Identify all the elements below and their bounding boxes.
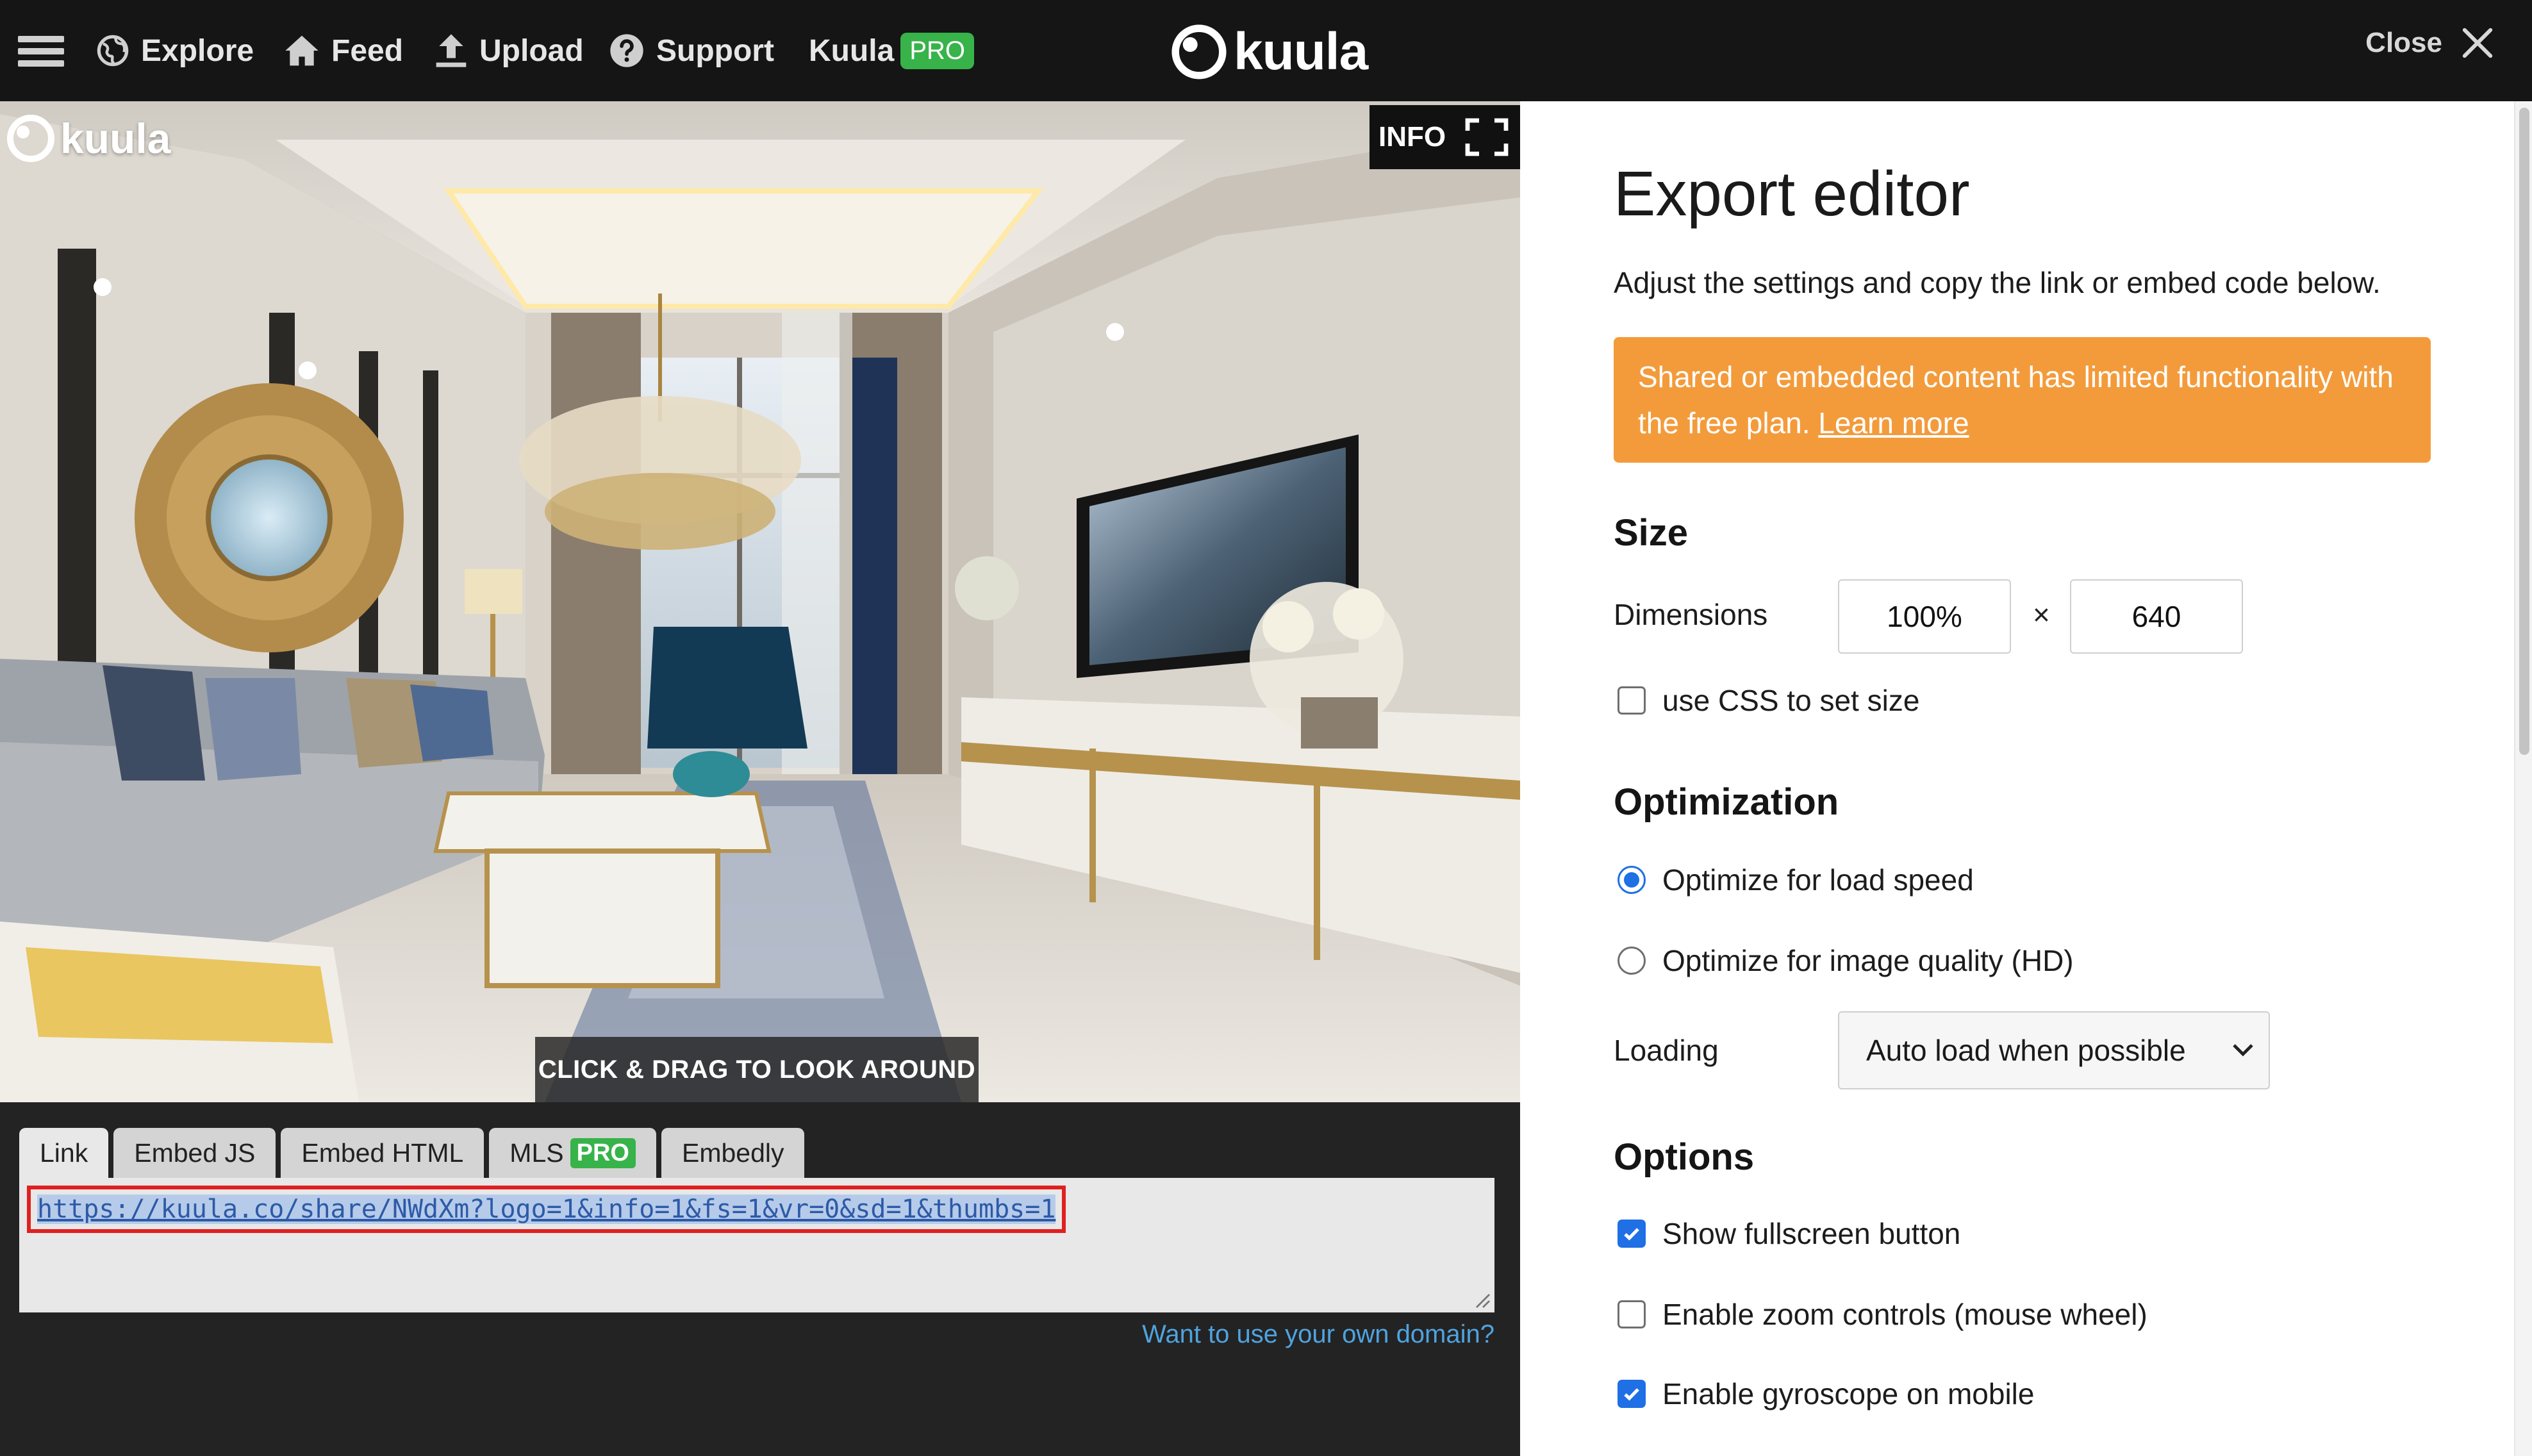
- kuula-logo-icon: [7, 115, 54, 162]
- fullscreen-checkbox[interactable]: [1618, 1220, 1646, 1248]
- viewer-controls: INFO: [1369, 105, 1520, 169]
- share-url-textarea[interactable]: https://kuula.co/share/NWdXm?logo=1&info…: [19, 1178, 1494, 1312]
- optimize-quality-option[interactable]: Optimize for image quality (HD): [1618, 943, 2074, 978]
- times-sign: ×: [2033, 598, 2050, 631]
- panorama-image[interactable]: [0, 101, 1520, 1102]
- share-url-highlight: https://kuula.co/share/NWdXm?logo=1&info…: [27, 1186, 1066, 1233]
- dimensions-label: Dimensions: [1614, 598, 1768, 631]
- optimize-quality-radio[interactable]: [1618, 947, 1646, 975]
- fullscreen-icon[interactable]: [1465, 118, 1509, 156]
- menu-icon[interactable]: [18, 36, 64, 67]
- checkbox-label: Enable gyroscope on mobile: [1662, 1377, 2035, 1410]
- tab-label: Link: [40, 1138, 88, 1168]
- css-size-checkbox[interactable]: [1618, 686, 1646, 715]
- width-input[interactable]: [1838, 579, 2011, 654]
- kuula-logo-icon: [1171, 24, 1227, 79]
- tab-label: Embed JS: [134, 1138, 256, 1168]
- alert-text: Shared or embedded content has limited f…: [1638, 360, 2394, 440]
- nav-item-label: Feed: [331, 33, 404, 68]
- zoom-controls-checkbox[interactable]: [1618, 1300, 1646, 1328]
- pro-badge: PRO: [570, 1138, 636, 1168]
- zoom-controls-option[interactable]: Enable zoom controls (mouse wheel): [1618, 1297, 2147, 1332]
- tab-label: MLS: [509, 1138, 564, 1168]
- panel-scrollbar[interactable]: [2514, 101, 2532, 1456]
- top-navigation-bar: Explore Feed Upload Support Kuula PRO ku…: [0, 0, 2532, 101]
- nav-item-label: Upload: [479, 33, 584, 68]
- css-size-checkbox-row[interactable]: use CSS to set size: [1618, 683, 1919, 718]
- nav-item-label: Explore: [141, 33, 254, 68]
- loading-label: Loading: [1614, 1034, 1719, 1067]
- learn-more-link[interactable]: Learn more: [1818, 406, 1969, 440]
- loading-select-value: Auto load when possible: [1866, 1034, 2186, 1067]
- panorama-viewer[interactable]: kuula INFO CLICK & DRAG TO LOOK AROUND: [0, 101, 1520, 1102]
- close-icon: [2462, 28, 2493, 58]
- nav-item-support[interactable]: Support: [609, 0, 774, 101]
- checkmark-icon: [1624, 1388, 1639, 1401]
- tab-embedly[interactable]: Embedly: [661, 1128, 805, 1178]
- options-heading: Options: [1614, 1136, 1755, 1178]
- info-button[interactable]: INFO: [1378, 121, 1446, 153]
- plan-limit-alert: Shared or embedded content has limited f…: [1614, 337, 2431, 463]
- tab-embed-html[interactable]: Embed HTML: [281, 1128, 484, 1178]
- home-icon: [285, 35, 319, 66]
- question-icon: [610, 34, 643, 67]
- tab-label: Embedly: [681, 1138, 784, 1168]
- checkmark-icon: [1624, 1228, 1639, 1241]
- height-input[interactable]: [2070, 579, 2243, 654]
- upload-icon: [436, 34, 467, 67]
- nav-item-label: Support: [656, 33, 774, 68]
- tab-embed-js[interactable]: Embed JS: [113, 1128, 276, 1178]
- size-heading: Size: [1614, 512, 1689, 554]
- nav-item-explore[interactable]: Explore: [96, 0, 254, 101]
- viewer-logo[interactable]: kuula: [5, 113, 170, 164]
- loading-select[interactable]: Auto load when possible: [1838, 1011, 2270, 1089]
- tab-label: Embed HTML: [301, 1138, 464, 1168]
- resize-handle-icon[interactable]: [1474, 1292, 1491, 1309]
- radio-label: Optimize for load speed: [1662, 863, 1974, 897]
- close-button[interactable]: Close: [2365, 26, 2495, 60]
- checkbox-label: use CSS to set size: [1662, 684, 1920, 717]
- close-label: Close: [2365, 27, 2442, 58]
- gyroscope-option[interactable]: Enable gyroscope on mobile: [1618, 1377, 2034, 1411]
- page-subtitle: Adjust the settings and copy the link or…: [1614, 266, 2381, 299]
- fullscreen-option[interactable]: Show fullscreen button: [1618, 1216, 1960, 1251]
- brand-name: kuula: [1234, 22, 1368, 81]
- checkbox-label: Show fullscreen button: [1662, 1217, 1961, 1250]
- viewer-logo-text: kuula: [60, 115, 171, 162]
- share-area: Link Embed JS Embed HTML MLS PRO Embedly…: [0, 1102, 1520, 1456]
- share-tabs: Link Embed JS Embed HTML MLS PRO Embedly: [19, 1128, 805, 1178]
- own-domain-link[interactable]: Want to use your own domain?: [1142, 1320, 1494, 1349]
- checkbox-label: Enable zoom controls (mouse wheel): [1662, 1298, 2147, 1331]
- optimize-speed-radio[interactable]: [1618, 866, 1646, 894]
- pro-badge: PRO: [900, 32, 975, 69]
- nav-item-upload[interactable]: Upload: [434, 0, 584, 101]
- kuula-logo[interactable]: kuula: [1170, 17, 1368, 87]
- export-editor-panel: Export editor Adjust the settings and co…: [1520, 101, 2532, 1456]
- optimize-speed-option[interactable]: Optimize for load speed: [1618, 863, 1974, 897]
- drag-hint: CLICK & DRAG TO LOOK AROUND: [535, 1037, 979, 1102]
- tab-mls[interactable]: MLS PRO: [489, 1128, 656, 1178]
- page-title: Export editor: [1614, 158, 1970, 229]
- nav-item-kuula-pro[interactable]: Kuula PRO: [809, 0, 975, 101]
- tab-link[interactable]: Link: [19, 1128, 109, 1178]
- gyroscope-checkbox[interactable]: [1618, 1380, 1646, 1408]
- globe-icon: [97, 35, 129, 67]
- optimization-heading: Optimization: [1614, 781, 1839, 823]
- radio-label: Optimize for image quality (HD): [1662, 944, 2074, 977]
- chevron-down-icon: [2233, 1044, 2253, 1057]
- nav-item-feed[interactable]: Feed: [284, 0, 403, 101]
- nav-item-label: Kuula: [809, 33, 895, 68]
- share-url[interactable]: https://kuula.co/share/NWdXm?logo=1&info…: [37, 1195, 1056, 1224]
